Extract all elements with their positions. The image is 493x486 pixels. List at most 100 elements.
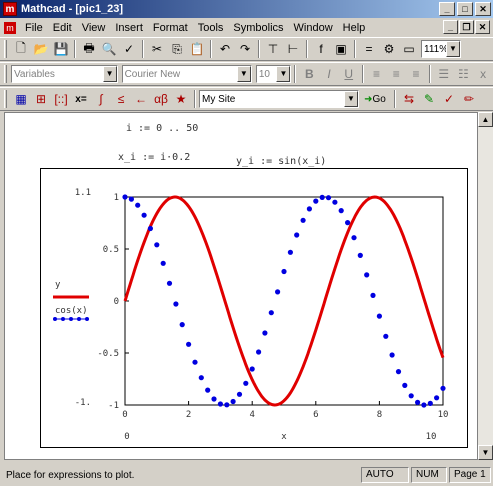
series-cos-point[interactable] [173,301,179,307]
series-cos-point[interactable] [160,260,166,266]
series-cos-point[interactable] [186,341,192,347]
align-center-icon[interactable]: ≡ [386,64,406,84]
chevron-down-icon[interactable]: ▼ [446,41,460,57]
style-select[interactable]: Variables ▼ [10,65,118,83]
series-cos-point[interactable] [408,393,414,399]
menu-window[interactable]: Window [289,22,338,34]
x-definition[interactable]: x_i := i·0.2 [118,152,190,163]
close-button[interactable]: ✕ [475,2,491,16]
underline-icon[interactable]: U [339,64,359,84]
series-cos-point[interactable] [370,292,376,298]
programming-icon[interactable]: ← [131,89,151,109]
align-down-icon[interactable]: ⊢ [283,39,303,59]
series-cos-point[interactable] [351,235,357,241]
series-cos-point[interactable] [268,310,274,316]
series-cos-point[interactable] [376,313,382,319]
series-cos-point[interactable] [300,217,306,223]
font-size-select[interactable]: 10 ▼ [255,65,292,83]
redo-icon[interactable]: ↷ [235,39,255,59]
y-definition[interactable]: y_i := sin(x_i) [236,156,326,167]
menu-view[interactable]: View [77,22,111,34]
series-cos-point[interactable] [306,206,312,212]
series-cos-point[interactable] [402,382,408,388]
series-cos-point[interactable] [154,242,160,248]
font-select[interactable]: Courier New ▼ [121,65,252,83]
doc-minimize-button[interactable]: _ [443,20,458,34]
menu-insert[interactable]: Insert [110,22,148,34]
series-cos-point[interactable] [141,212,147,218]
undo-icon[interactable]: ↶ [215,39,235,59]
series-cos-point[interactable] [236,391,243,397]
web-back-icon[interactable]: ⇆ [399,89,419,109]
insert-unit-icon[interactable]: ▣ [331,39,351,59]
cut-icon[interactable]: ✂ [147,39,167,59]
matrix-icon[interactable]: [::] [51,89,71,109]
go-button[interactable]: ➜ Go [359,89,391,109]
greek-icon[interactable]: αβ [151,89,171,109]
subscript-icon[interactable]: x [473,64,493,84]
graph-icon[interactable]: ⊞ [31,89,51,109]
series-cos-point[interactable] [198,375,204,381]
series-y-line[interactable] [123,195,445,407]
symbolic-icon[interactable]: ★ [171,89,191,109]
menu-format[interactable]: Format [148,22,193,34]
series-cos-point[interactable] [427,400,433,406]
series-cos-point[interactable] [332,199,338,205]
series-cos-point[interactable] [249,366,255,372]
series-cos-point[interactable] [166,280,173,286]
series-cos-point[interactable] [345,220,351,226]
series-cos-point[interactable] [434,395,440,401]
chevron-down-icon[interactable]: ▼ [236,66,251,82]
menu-tools[interactable]: Tools [193,22,229,34]
series-cos-point[interactable] [389,352,395,358]
series-cos-point[interactable] [262,330,268,336]
web-edit-icon[interactable]: ✏ [459,89,479,109]
series-cos-point[interactable] [281,268,287,275]
web-tools-icon[interactable]: ✎ [419,89,439,109]
series-cos-point[interactable] [313,198,319,204]
new-icon[interactable]: 🗋 [11,39,31,59]
series-cos-point[interactable] [217,401,223,407]
copy-icon[interactable]: ⎘ [167,39,187,59]
series-cos-point[interactable] [325,195,332,201]
menu-symbolics[interactable]: Symbolics [228,22,288,34]
doc-restore-button[interactable]: ❐ [459,20,474,34]
menu-file[interactable]: File [20,22,48,34]
calculus-icon[interactable]: ∫ [91,89,111,109]
series-cos-point[interactable] [135,202,141,208]
series-cos-point[interactable] [294,232,300,238]
series-cos-point[interactable] [415,399,421,405]
doc-close-button[interactable]: ✕ [475,20,490,34]
boolean-icon[interactable]: ≤ [111,89,131,109]
chevron-down-icon[interactable]: ▼ [102,66,117,82]
series-cos-point[interactable] [395,369,402,375]
insert-function-icon[interactable]: f [311,39,331,59]
evaluation-icon[interactable]: x= [71,89,91,109]
open-icon[interactable]: 📂 [31,39,51,59]
align-across-icon[interactable]: ⊤ [263,39,283,59]
chevron-down-icon[interactable]: ▼ [344,91,358,107]
document-icon[interactable]: m [4,21,16,34]
spell-check-icon[interactable]: ✓ [119,39,139,59]
bullets-icon[interactable]: ☰ [434,64,454,84]
vertical-scrollbar[interactable]: ▲ ▼ [478,112,493,460]
italic-icon[interactable]: I [319,64,339,84]
paste-icon[interactable]: 📋 [187,39,207,59]
numbering-icon[interactable]: ☷ [454,64,474,84]
series-cos-point[interactable] [338,208,344,214]
insert-component-icon[interactable]: ⚙ [379,39,399,59]
menu-edit[interactable]: Edit [48,22,77,34]
plot-region[interactable]: 0 2 4 6 8 10 1 0.5 0 -0.5 -1 1.1 -1. 0 10 x y cos(x) [40,168,468,448]
series-cos-point[interactable] [243,380,249,386]
series-cos-point[interactable] [122,194,128,200]
bold-icon[interactable]: B [299,64,319,84]
series-cos-point[interactable] [205,387,211,393]
maximize-button[interactable]: □ [457,2,473,16]
series-cos-point[interactable] [440,385,446,391]
calculator-icon[interactable]: ▦ [11,89,31,109]
print-icon[interactable]: 🖶 [79,39,99,59]
save-icon[interactable]: 💾 [51,39,71,59]
series-cos-point[interactable] [256,349,262,355]
series-cos-point[interactable] [275,289,281,295]
series-cos-point[interactable] [192,359,198,365]
